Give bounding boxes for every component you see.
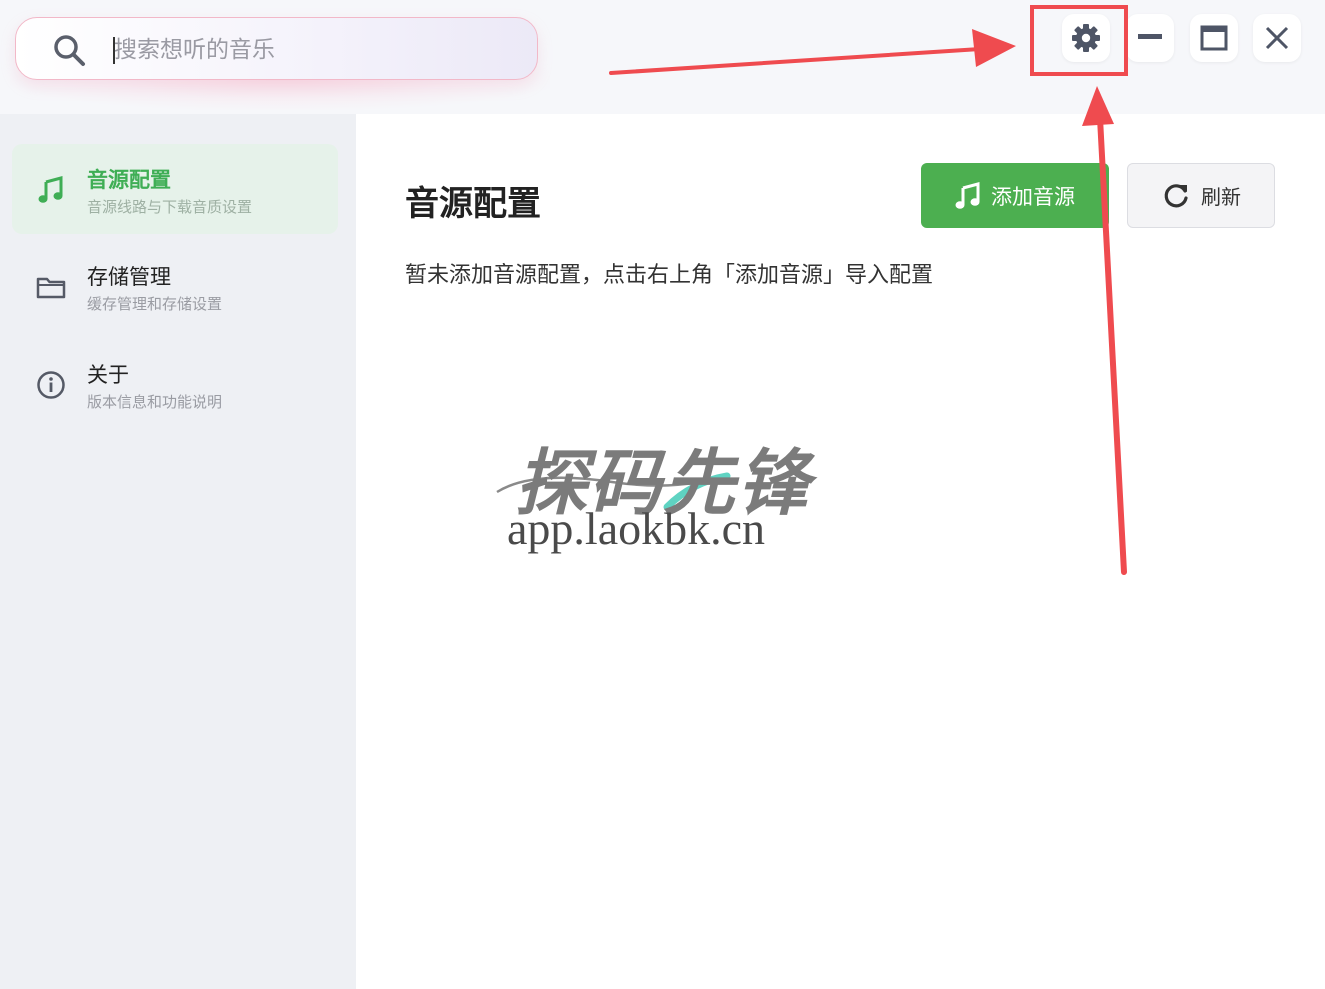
minimize-icon (1138, 34, 1162, 39)
info-icon (37, 371, 65, 399)
folder-icon (36, 277, 66, 299)
empty-state-message: 暂未添加音源配置，点击右上角「添加音源」导入配置 (405, 263, 934, 288)
add-source-button[interactable]: 添加音源 (921, 163, 1109, 228)
maximize-icon (1200, 25, 1228, 51)
page-title: 音源配置 (405, 184, 541, 224)
refresh-icon (1164, 183, 1188, 207)
sidebar-item-source-config[interactable]: 音源配置 音源线路与下载音质设置 (12, 144, 338, 234)
sidebar-item-label: 关于 (87, 363, 129, 387)
sidebar-item-storage[interactable]: 存储管理 缓存管理和存储设置 (12, 241, 338, 331)
search-box[interactable] (15, 17, 538, 80)
maximize-button[interactable] (1190, 14, 1238, 62)
sidebar-item-label: 存储管理 (87, 265, 171, 289)
add-source-label: 添加音源 (991, 184, 1075, 209)
highlight-box (1030, 5, 1128, 76)
watermark-url: app.laokbk.cn (507, 503, 766, 554)
close-icon (1265, 26, 1289, 50)
refresh-button[interactable]: 刷新 (1127, 163, 1275, 228)
sidebar-item-description: 缓存管理和存储设置 (87, 295, 223, 313)
refresh-label: 刷新 (1201, 185, 1241, 209)
music-note-icon (38, 176, 63, 203)
close-button[interactable] (1253, 14, 1301, 62)
minimize-button[interactable] (1126, 14, 1174, 62)
sidebar: 音源配置 音源线路与下载音质设置 存储管理 缓存管理和存储设置 关于 版本信息和… (0, 114, 356, 989)
search-input[interactable] (114, 30, 494, 70)
main-panel: 音源配置 添加音源 刷新 暂未添加音源配置，点击右上角「添加音源」导入配置 (356, 114, 1325, 989)
sidebar-item-description: 音源线路与下载音质设置 (87, 198, 253, 216)
search-icon[interactable] (52, 33, 88, 69)
sidebar-item-label: 音源配置 (87, 168, 171, 192)
sidebar-item-description: 版本信息和功能说明 (87, 393, 223, 411)
music-note-icon (955, 181, 980, 209)
sidebar-item-about[interactable]: 关于 版本信息和功能说明 (12, 339, 338, 429)
